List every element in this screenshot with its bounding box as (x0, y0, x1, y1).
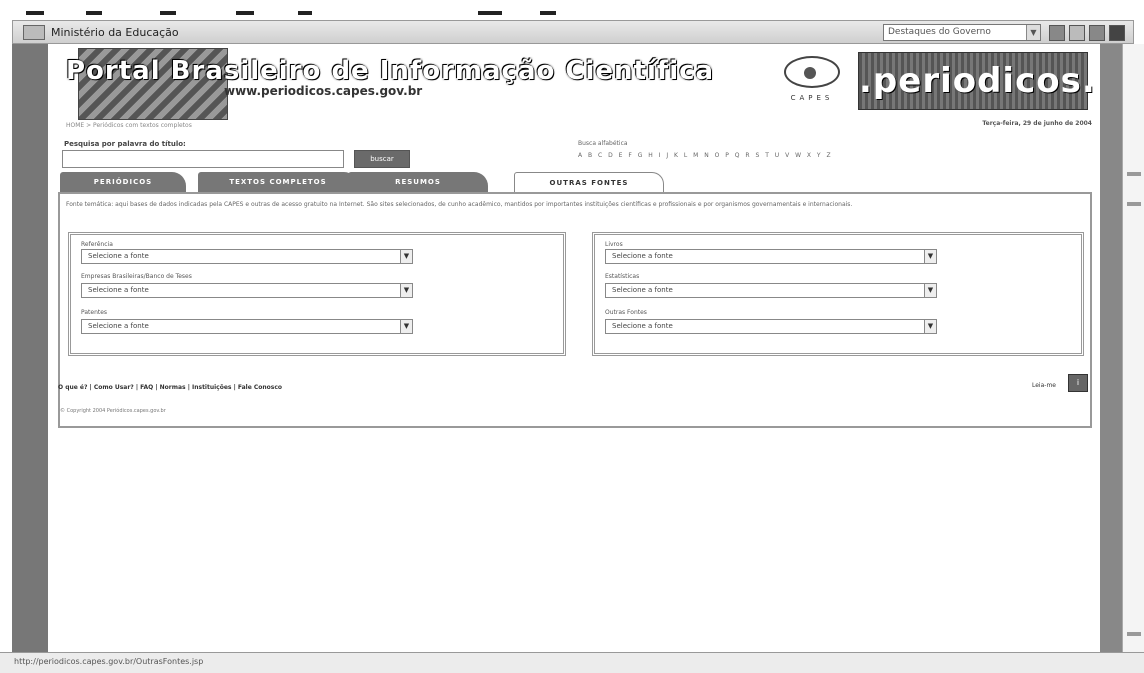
copyright-text: © Copyright 2004 Periódicos.capes.gov.br (60, 408, 166, 414)
government-bar: Ministério da Educação Destaques do Gove… (12, 20, 1134, 44)
periodicos-logo: .periodicos. (858, 52, 1095, 110)
search-input[interactable] (62, 150, 344, 168)
scroll-mark (1127, 632, 1141, 636)
right-source-group: Livros Selecione a fonte ▼ Estatísticas … (592, 232, 1084, 356)
source-select[interactable]: Selecione a fonte ▼ (605, 319, 937, 334)
dropdown-arrow-icon[interactable]: ▼ (924, 250, 936, 263)
date-text: Terça-feira, 29 de junho de 2004 (982, 120, 1092, 127)
help-icon[interactable] (1069, 25, 1085, 41)
dropdown-arrow-icon[interactable]: ▼ (400, 284, 412, 297)
top-dash (478, 11, 502, 15)
field-label: Patentes (81, 309, 108, 316)
field-label: Estatísticas (605, 273, 640, 280)
right-frame (1100, 44, 1122, 652)
flag-icon[interactable] (1089, 25, 1105, 41)
source-select[interactable]: Selecione a fonte ▼ (81, 249, 413, 264)
tab-periodicos[interactable]: PERIÓDICOS (60, 172, 186, 192)
field-label: Empresas Brasileiras/Banco de Teses (81, 273, 192, 280)
left-source-group: Referência Selecione a fonte ▼ Empresas … (68, 232, 566, 356)
gov-title: Ministério da Educação (51, 26, 179, 39)
dropdown-arrow-icon[interactable]: ▼ (924, 284, 936, 297)
capes-pupil-icon (804, 67, 816, 79)
top-dash (160, 11, 176, 15)
leia-me-label[interactable]: Leia-me (1032, 382, 1056, 389)
dropdown-arrow-icon[interactable]: ▼ (400, 320, 412, 333)
select-value: Selecione a fonte (88, 286, 149, 294)
source-select[interactable]: Selecione a fonte ▼ (605, 283, 937, 298)
dropdown-arrow-icon[interactable]: ▼ (1026, 25, 1040, 40)
window-icon[interactable] (1109, 25, 1125, 41)
top-dash (540, 11, 556, 15)
home-icon[interactable] (1049, 25, 1065, 41)
source-select[interactable]: Selecione a fonte ▼ (81, 283, 413, 298)
banner-title: Portal Brasileiro de Informação Científi… (66, 56, 715, 86)
select-value: Selecione a fonte (612, 252, 673, 260)
source-select[interactable]: Selecione a fonte ▼ (81, 319, 413, 334)
capes-label: CAPES (790, 94, 834, 102)
info-icon[interactable]: i (1068, 374, 1088, 392)
footer-box (58, 374, 1092, 428)
tab-panel: Fonte temática: aqui bases de dados indi… (58, 192, 1092, 382)
status-url: http://periodicos.capes.gov.br/OutrasFon… (14, 657, 204, 666)
select-value: Selecione a fonte (612, 322, 673, 330)
gov-destaques-select[interactable]: Destaques do Governo ▼ (883, 24, 1041, 41)
capes-logo: CAPES (778, 50, 848, 106)
field-label: Referência (81, 241, 113, 248)
scroll-mark (1127, 172, 1141, 176)
vertical-scrollbar[interactable] (1122, 44, 1144, 652)
busca-alfabetica-label: Busca alfabética (578, 140, 628, 147)
alphabet-links[interactable]: A B C D E F G H I J K L M N O P Q R S T … (578, 152, 833, 159)
top-dash (298, 11, 312, 15)
select-value: Selecione a fonte (88, 252, 149, 260)
dropdown-arrow-icon[interactable]: ▼ (400, 250, 412, 263)
top-strip (0, 0, 1144, 20)
tab-outras-fontes[interactable]: OUTRAS FONTES (514, 172, 664, 192)
footer-links[interactable]: O que é? | Como Usar? | FAQ | Normas | I… (58, 384, 282, 391)
page-content: Portal Brasileiro de Informação Científi… (48, 44, 1100, 652)
tab-bar: PERIÓDICOS TEXTOS COMPLETOS RESUMOS OUTR… (58, 172, 1088, 192)
banner-url[interactable]: www.periodicos.capes.gov.br (224, 84, 422, 98)
brasil-flag-icon (23, 25, 45, 40)
scroll-mark (1127, 202, 1141, 206)
source-select[interactable]: Selecione a fonte ▼ (605, 249, 937, 264)
select-value: Selecione a fonte (612, 286, 673, 294)
intro-text: Fonte temática: aqui bases de dados indi… (66, 201, 853, 208)
top-dash (86, 11, 102, 15)
dropdown-arrow-icon[interactable]: ▼ (924, 320, 936, 333)
tab-textos-completos[interactable]: TEXTOS COMPLETOS (198, 172, 358, 192)
gov-select-value: Destaques do Governo (888, 27, 991, 37)
status-bar: http://periodicos.capes.gov.br/OutrasFon… (0, 652, 1144, 673)
breadcrumb[interactable]: HOME > Periódicos com textos completos (66, 122, 192, 129)
field-label: Livros (605, 241, 623, 248)
search-label: Pesquisa por palavra do título: (64, 140, 186, 148)
search-button[interactable]: buscar (354, 150, 410, 168)
top-dash (236, 11, 254, 15)
tab-resumos[interactable]: RESUMOS (348, 172, 488, 192)
select-value: Selecione a fonte (88, 322, 149, 330)
left-frame (12, 44, 48, 652)
top-dash (26, 11, 44, 15)
field-label: Outras Fontes (605, 309, 647, 316)
